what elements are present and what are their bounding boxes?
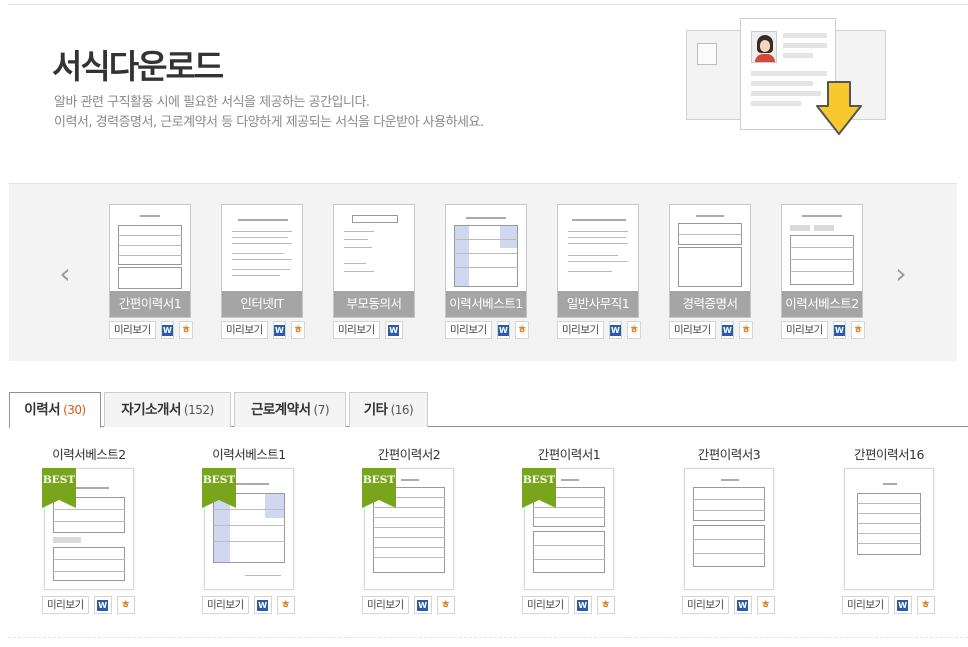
word-download-icon[interactable]: W <box>413 596 432 614</box>
word-download-icon[interactable]: W <box>893 596 912 614</box>
tab-labor-contract[interactable]: 근로계약서 (7) <box>234 392 346 427</box>
form-card: 이력서베스트1 BEST 미리보기 W ㅎ <box>169 446 329 614</box>
hwp-download-icon[interactable]: ㅎ <box>916 596 935 614</box>
hwp-download-icon[interactable]: ㅎ <box>596 596 615 614</box>
category-tabs: 이력서 (30) 자기소개서 (152) 근로계약서 (7) 기타 (16) <box>9 392 968 428</box>
carousel-item: 일반사무직1 미리보기 W ㅎ <box>557 204 641 339</box>
download-arrow-icon <box>816 81 862 135</box>
form-label: 일반사무직1 <box>558 291 638 317</box>
hwp-download-icon[interactable]: ㅎ <box>756 596 775 614</box>
form-thumbnail[interactable]: 일반사무직1 <box>557 204 639 318</box>
form-thumbnail[interactable]: 경력증명서 <box>669 204 751 318</box>
word-download-icon[interactable]: W <box>832 321 847 339</box>
preview-button[interactable]: 미리보기 <box>682 596 729 614</box>
form-label: 간편이력서1 <box>110 291 190 317</box>
tab-resume[interactable]: 이력서 (30) <box>9 392 101 428</box>
best-badge: BEST <box>522 468 556 510</box>
form-label: 경력증명서 <box>670 291 750 317</box>
form-title[interactable]: 간편이력서16 <box>809 446 968 464</box>
page-description-line-1: 알바 관련 구직활동 시에 필요한 서식을 제공하는 공간입니다. <box>54 95 370 110</box>
form-title[interactable]: 이력서베스트1 <box>169 446 329 464</box>
preview-button[interactable]: 미리보기 <box>781 321 828 339</box>
preview-button[interactable]: 미리보기 <box>202 596 249 614</box>
form-thumbnail[interactable] <box>684 468 774 590</box>
form-card: 간편이력서16 미리보기 W ㅎ <box>809 446 968 614</box>
word-download-icon[interactable]: W <box>720 321 735 339</box>
form-label: 이력서베스트2 <box>782 291 862 317</box>
carousel-item: 경력증명서 미리보기 W ㅎ <box>669 204 753 339</box>
form-thumbnail[interactable]: 이력서베스트2 <box>781 204 863 318</box>
page-description-line-2: 이력서, 경력증명서, 근로계약서 등 다양하게 제공되는 서식을 다운받아 사… <box>54 115 484 130</box>
form-title[interactable]: 간편이력서2 <box>329 446 489 464</box>
preview-button[interactable]: 미리보기 <box>445 321 492 339</box>
form-thumbnail[interactable]: 이력서베스트1 <box>445 204 527 318</box>
word-download-icon[interactable]: W <box>160 321 175 339</box>
preview-button[interactable]: 미리보기 <box>362 596 409 614</box>
hwp-download-icon[interactable]: ㅎ <box>116 596 135 614</box>
form-label: 인터넷IT <box>222 291 302 317</box>
chevron-right-icon[interactable]: › <box>891 260 911 288</box>
form-card: 이력서베스트2 BEST 미리보기 W ㅎ <box>9 446 169 614</box>
carousel-item: 이력서베스트2 미리보기 W ㅎ <box>781 204 865 339</box>
word-download-icon[interactable]: W <box>253 596 272 614</box>
page-title: 서식다운로드 <box>52 47 224 86</box>
form-label: 이력서베스트1 <box>446 291 526 317</box>
preview-button[interactable]: 미리보기 <box>669 321 716 339</box>
hwp-download-icon[interactable]: ㅎ <box>179 321 193 339</box>
hwp-download-icon[interactable]: ㅎ <box>291 321 305 339</box>
form-title[interactable]: 이력서베스트2 <box>9 446 169 464</box>
word-download-icon[interactable]: W <box>93 596 112 614</box>
form-card: 간편이력서3 미리보기 W ㅎ <box>649 446 809 614</box>
hwp-download-icon[interactable]: ㅎ <box>851 321 865 339</box>
form-title[interactable]: 간편이력서1 <box>489 446 649 464</box>
carousel-item: 인터넷IT 미리보기 W ㅎ <box>221 204 305 339</box>
header-illustration <box>686 18 886 142</box>
best-badge: BEST <box>362 468 396 510</box>
form-thumbnail[interactable]: 부모동의서 <box>333 204 415 318</box>
hwp-download-icon[interactable]: ㅎ <box>515 321 529 339</box>
preview-button[interactable]: 미리보기 <box>42 596 89 614</box>
form-card: 간편이력서2 BEST 미리보기 W ㅎ <box>329 446 489 614</box>
preview-button[interactable]: 미리보기 <box>109 321 156 339</box>
preview-button[interactable]: 미리보기 <box>557 321 604 339</box>
hwp-download-icon[interactable]: ㅎ <box>739 321 753 339</box>
carousel-item: 간편이력서1 미리보기 W ㅎ <box>109 204 193 339</box>
form-title[interactable]: 간편이력서3 <box>649 446 809 464</box>
form-card: 간편이력서1 BEST 미리보기 W ㅎ <box>489 446 649 614</box>
word-download-icon[interactable]: W <box>733 596 752 614</box>
carousel-item: 이력서베스트1 미리보기 W ㅎ <box>445 204 529 339</box>
form-thumbnail[interactable]: 간편이력서1 <box>109 204 191 318</box>
tab-self-introduction[interactable]: 자기소개서 (152) <box>104 392 231 427</box>
best-badge: BEST <box>202 468 236 510</box>
word-download-icon[interactable]: W <box>496 321 511 339</box>
carousel-item: 부모동의서 미리보기 W <box>333 204 417 339</box>
preview-button[interactable]: 미리보기 <box>333 321 380 339</box>
bottom-divider <box>8 637 968 638</box>
word-download-icon[interactable]: W <box>608 321 623 339</box>
hwp-download-icon[interactable]: ㅎ <box>436 596 455 614</box>
form-thumbnail[interactable]: 인터넷IT <box>221 204 303 318</box>
best-badge: BEST <box>42 468 76 510</box>
stamp-icon <box>697 43 717 65</box>
hwp-download-icon[interactable]: ㅎ <box>276 596 295 614</box>
top-divider <box>8 4 968 5</box>
chevron-left-icon[interactable]: ‹ <box>55 260 75 288</box>
hwp-download-icon[interactable]: ㅎ <box>627 321 641 339</box>
word-download-icon[interactable]: W <box>272 321 287 339</box>
word-download-icon[interactable]: W <box>573 596 592 614</box>
form-label: 부모동의서 <box>334 291 414 317</box>
form-thumbnail[interactable] <box>844 468 934 590</box>
preview-button[interactable]: 미리보기 <box>522 596 569 614</box>
preview-button[interactable]: 미리보기 <box>842 596 889 614</box>
featured-forms-carousel: ‹ › 간편이력서1 미리보기 W ㅎ 인터넷IT 미리보기 W ㅎ 부모동의서… <box>9 183 957 361</box>
word-download-icon[interactable]: W <box>384 321 403 339</box>
profile-photo-icon <box>751 31 777 63</box>
preview-button[interactable]: 미리보기 <box>221 321 268 339</box>
tab-etc[interactable]: 기타 (16) <box>349 392 428 427</box>
